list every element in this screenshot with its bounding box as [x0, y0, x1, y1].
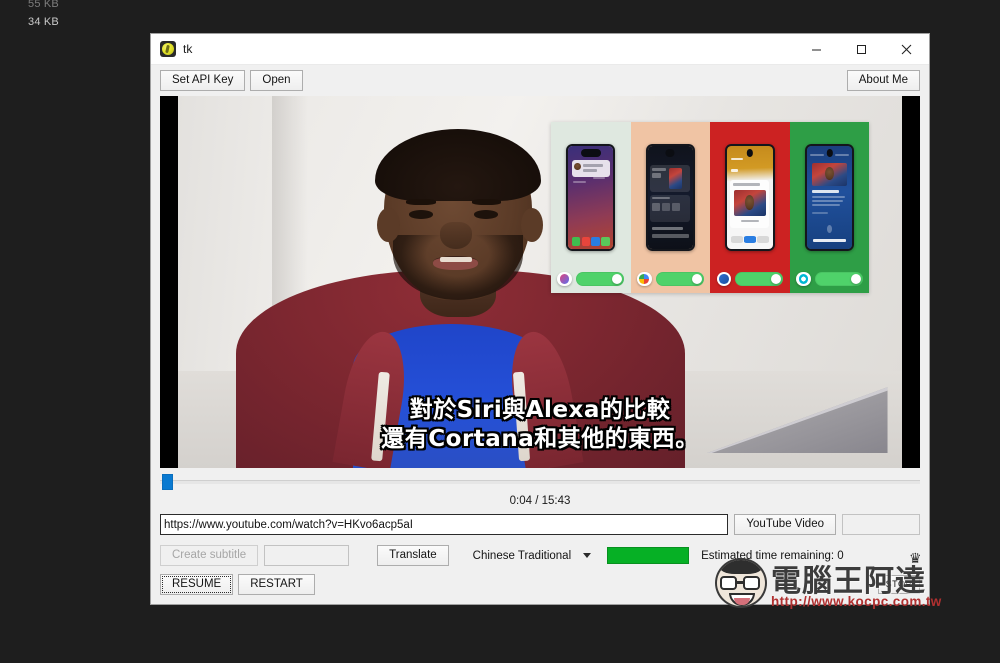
- eta-label: Estimated time remaining: 0: [701, 549, 844, 562]
- window-title: tk: [183, 42, 193, 56]
- bixby-badge: [716, 271, 732, 287]
- video-subtitles: 對於Siri與Alexa的比較 還有Cortana和其他的東西。: [178, 396, 902, 453]
- youtube-video-button[interactable]: YouTube Video: [734, 514, 836, 535]
- create-subtitle-button[interactable]: Create subtitle: [160, 545, 259, 566]
- subtitle-line-1: 對於Siri與Alexa的比較: [409, 397, 671, 424]
- assistant-toggle[interactable]: [814, 271, 864, 286]
- phone-cell-google: [630, 122, 711, 294]
- app-window: tk Set API Key Open About Me 對於Siri與Alex…: [150, 33, 930, 605]
- time-display: 0:04 / 15:43: [509, 495, 571, 507]
- progress-bar: [607, 547, 690, 564]
- playback-control-row: RESUME RESTART STOP: [151, 574, 929, 595]
- set-api-key-button[interactable]: Set API Key: [160, 70, 246, 91]
- translate-button[interactable]: Translate: [377, 545, 449, 566]
- window-controls: [794, 34, 929, 64]
- assistant-toggle-row: [716, 271, 784, 287]
- video-frame: 對於Siri與Alexa的比較 還有Cortana和其他的東西。: [178, 96, 902, 468]
- seek-track[interactable]: [160, 480, 920, 484]
- close-icon[interactable]: [884, 34, 929, 65]
- phone-cell-alexa: [789, 122, 870, 294]
- phone-body: [566, 144, 616, 252]
- restart-button[interactable]: RESTART: [238, 574, 315, 595]
- seek-bar[interactable]: [160, 474, 920, 490]
- stop-button[interactable]: STOP: [877, 575, 920, 594]
- video-url-input[interactable]: [160, 514, 729, 535]
- chevron-down-icon: [583, 553, 592, 558]
- phone-body: [645, 144, 696, 252]
- subtitle-line-2: 還有Cortana和其他的東西。: [381, 425, 699, 452]
- subtitle-translate-row: Create subtitle Translate Chinese Tradit…: [151, 545, 929, 566]
- assistant-toggle-row: [796, 271, 864, 287]
- url-row: YouTube Video: [151, 514, 929, 535]
- siri-badge: [557, 271, 572, 287]
- maximize-icon[interactable]: [839, 34, 884, 65]
- video-phones-graphic: [550, 122, 870, 294]
- title-bar-left: tk: [151, 41, 794, 57]
- phone-cell-bixby: [710, 122, 790, 294]
- phone-body: [725, 144, 775, 252]
- desktop-file-size: 34 KB: [28, 16, 59, 28]
- language-dropdown-value: Chinese Traditional: [472, 549, 572, 562]
- toolbar: Set API Key Open About Me: [151, 65, 929, 96]
- phone-body: [804, 144, 855, 252]
- google-assistant-badge: [636, 271, 652, 287]
- assistant-toggle-row: [557, 271, 625, 287]
- resume-button[interactable]: RESUME: [160, 574, 234, 595]
- assistant-toggle-row: [636, 271, 704, 287]
- assistant-toggle[interactable]: [735, 271, 784, 286]
- subtitle-field[interactable]: [264, 545, 350, 566]
- assistant-toggle[interactable]: [655, 271, 704, 286]
- alexa-badge: [796, 271, 811, 287]
- toolbar-left-group: Set API Key Open: [160, 70, 847, 91]
- language-dropdown[interactable]: Chinese Traditional: [469, 548, 595, 564]
- video-player[interactable]: 對於Siri與Alexa的比較 還有Cortana和其他的東西。: [160, 96, 920, 468]
- seek-handle[interactable]: [162, 474, 173, 490]
- open-button[interactable]: Open: [250, 70, 303, 91]
- desktop-file-size-partial: 55 KB: [28, 0, 59, 10]
- assistant-toggle[interactable]: [575, 271, 625, 286]
- about-me-button[interactable]: About Me: [846, 70, 920, 91]
- title-bar: tk: [151, 34, 929, 65]
- url-side-field[interactable]: [842, 514, 920, 535]
- phone-cell-siri: [550, 122, 631, 294]
- minimize-icon[interactable]: [794, 34, 839, 65]
- tk-feather-icon: [160, 41, 176, 57]
